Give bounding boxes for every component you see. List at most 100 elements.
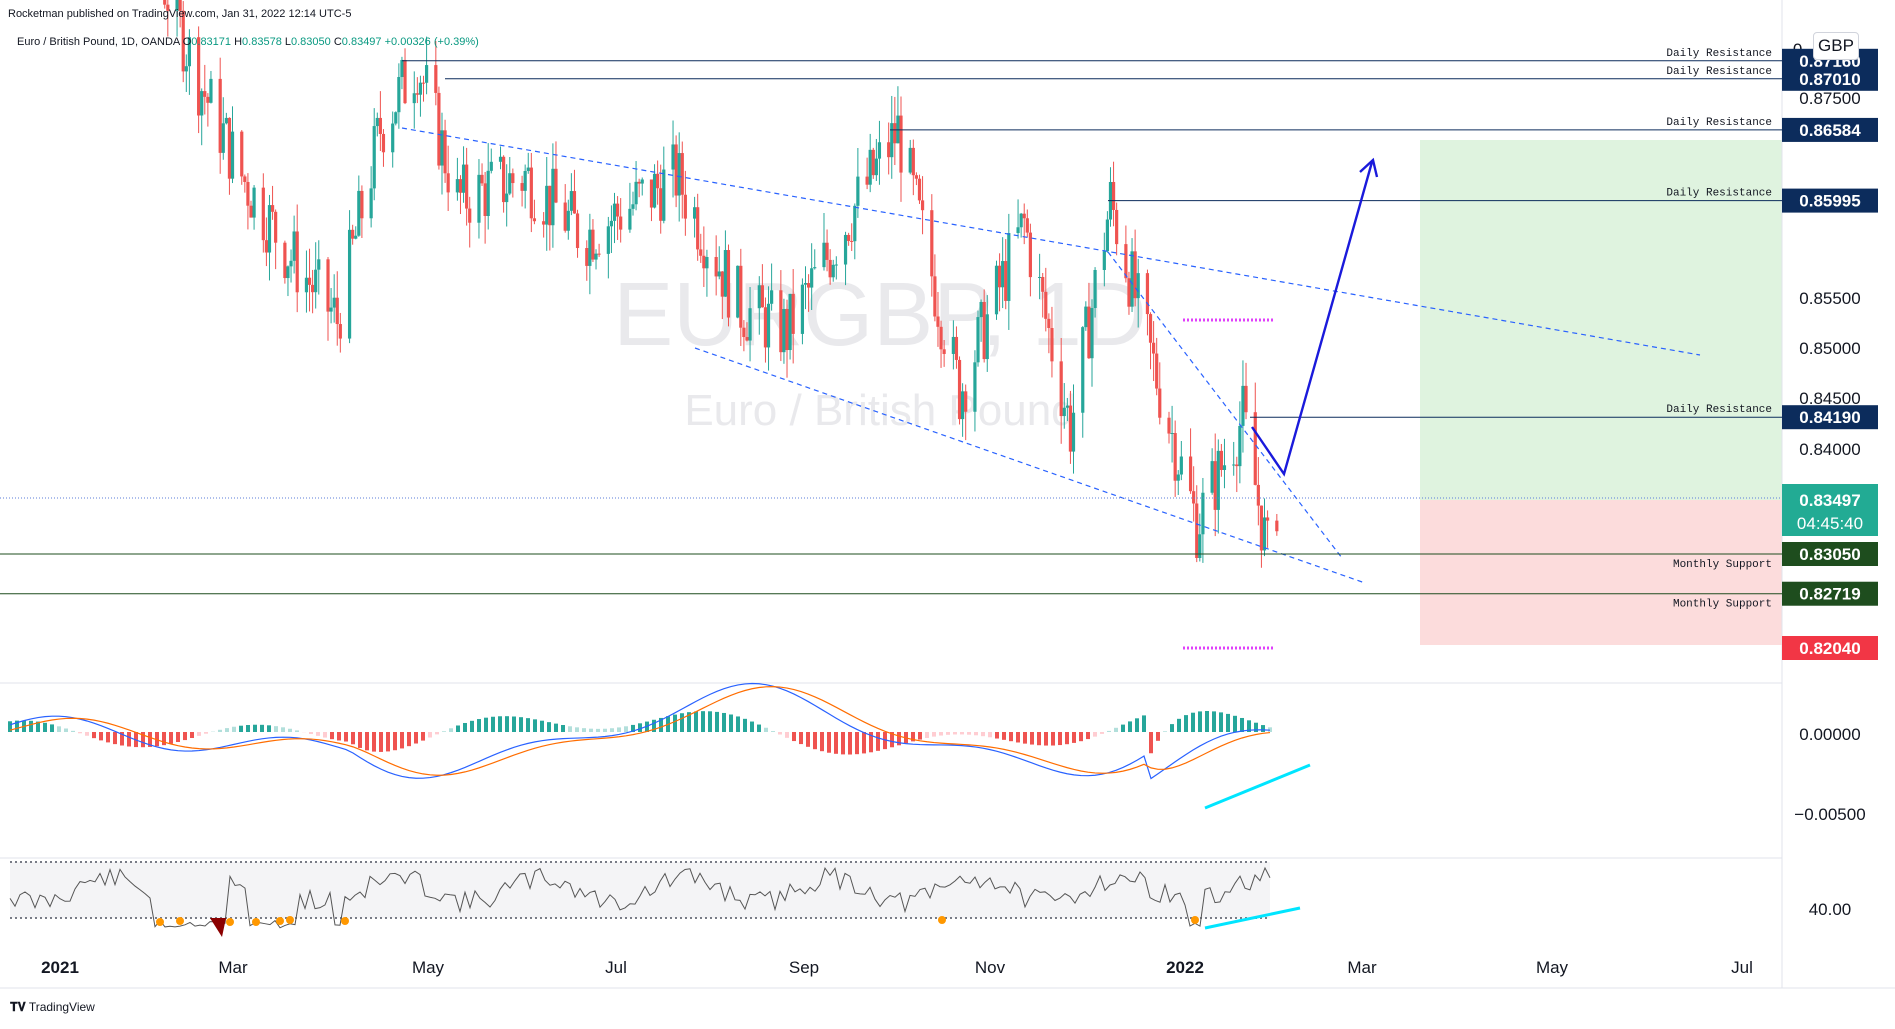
- price-tick: 0.84000: [1799, 440, 1860, 459]
- macd-histogram-bar: [792, 732, 796, 741]
- macd-histogram-bar: [1226, 714, 1230, 732]
- candle: [1244, 363, 1247, 419]
- macd-histogram-bar: [190, 732, 194, 738]
- macd-histogram-bar: [57, 726, 61, 732]
- price-tick: 0.84500: [1799, 389, 1860, 408]
- candle: [585, 240, 588, 280]
- candle: [222, 97, 225, 160]
- candle: [656, 161, 659, 205]
- currency-button[interactable]: GBP: [1813, 32, 1859, 60]
- macd-histogram-bar: [442, 731, 446, 732]
- candle: [591, 219, 594, 262]
- macd-histogram-bar: [526, 718, 530, 732]
- candle: [311, 270, 314, 313]
- candle: [286, 265, 289, 296]
- macd-histogram-bar: [925, 732, 929, 738]
- candle: [240, 130, 243, 185]
- candle: [607, 217, 610, 278]
- macd-histogram-bar: [813, 732, 817, 749]
- macd-histogram-bar: [1219, 712, 1223, 732]
- candle: [357, 175, 360, 236]
- macd-histogram-bar: [1191, 713, 1195, 732]
- macd-histogram-bar: [540, 721, 544, 732]
- time-axis[interactable]: 2021 Mar May Jul Sep Nov 2022 Mar May Ju…: [41, 958, 1753, 977]
- macd-histogram-bar: [183, 732, 187, 740]
- price-tick: 0.87500: [1799, 89, 1860, 108]
- macd-histogram-bar: [785, 732, 789, 738]
- candle: [619, 198, 622, 242]
- candle: [440, 113, 443, 195]
- candle: [520, 176, 523, 207]
- candle: [681, 142, 684, 219]
- macd-histogram-bar: [246, 725, 250, 732]
- candle: [631, 192, 634, 216]
- candle: [283, 241, 286, 284]
- macd-histogram-bar: [946, 732, 950, 735]
- macd-histogram-bar: [358, 732, 362, 748]
- candle: [419, 76, 422, 117]
- macd-histogram-bar: [806, 732, 810, 747]
- candle: [872, 148, 875, 179]
- macd-histogram-bar: [225, 728, 229, 732]
- macd-histogram-bar: [701, 711, 705, 732]
- candle: [317, 240, 320, 294]
- candle: [443, 120, 446, 183]
- macd-histogram-bar: [1261, 725, 1265, 732]
- candle: [869, 134, 872, 192]
- macd-histogram-bar: [960, 732, 964, 734]
- candle: [1115, 203, 1118, 256]
- chart-svg[interactable]: EURGBP, 1D Euro / British Pound Daily Re…: [0, 0, 1895, 1024]
- candle: [788, 294, 791, 360]
- candle: [487, 143, 490, 229]
- candle: [206, 93, 209, 126]
- level-label: Daily Resistance: [1666, 48, 1772, 60]
- time-tick: Jul: [1731, 958, 1753, 977]
- candle: [912, 140, 915, 196]
- candle: [1026, 209, 1029, 237]
- candle: [225, 113, 228, 125]
- macd-histogram-bar: [1030, 732, 1034, 745]
- macd-histogram-bar: [176, 732, 180, 742]
- macd-histogram-bar: [589, 729, 593, 732]
- candle: [394, 111, 397, 125]
- chart-stage[interactable]: EURGBP, 1D Euro / British Pound Daily Re…: [0, 0, 1895, 1024]
- candle: [422, 76, 425, 102]
- macd-histogram-bar: [456, 725, 460, 732]
- macd-histogram-bar: [106, 732, 110, 742]
- level-badge-value: 0.84190: [1799, 408, 1860, 427]
- candle: [416, 77, 419, 103]
- candle: [370, 166, 373, 227]
- symbol-legend: Euro / British Pound, 1D, OANDA O0.83171…: [17, 36, 479, 48]
- candle: [671, 120, 674, 197]
- macd-histogram-bar: [1149, 732, 1153, 753]
- candle: [336, 271, 339, 345]
- candle: [459, 175, 462, 214]
- macd-histogram-bar: [498, 716, 502, 732]
- candle: [878, 121, 881, 185]
- macd-histogram-bar: [1254, 723, 1258, 732]
- level-label: Daily Resistance: [1666, 66, 1772, 78]
- price-tick: 0.85500: [1799, 289, 1860, 308]
- macd-histogram-bar: [421, 732, 425, 741]
- macd-histogram-bar: [757, 725, 761, 732]
- macd-histogram-bar: [939, 732, 943, 736]
- macd-histogram-bar: [722, 713, 726, 732]
- time-tick: Mar: [1347, 958, 1377, 977]
- macd-histogram-bar: [855, 732, 859, 754]
- candle: [456, 158, 459, 201]
- macd-histogram-bar: [288, 729, 292, 732]
- macd-histogram-bar: [92, 732, 96, 738]
- macd-histogram-bar: [1198, 711, 1202, 732]
- macd-histogram-bar: [407, 732, 411, 746]
- time-tick-2021: 2021: [41, 958, 79, 977]
- candle: [1220, 444, 1223, 477]
- tradingview-logo-icon: 𝐓𝐕: [10, 1000, 26, 1014]
- candle: [434, 41, 437, 105]
- macd-histogram-bar: [1142, 715, 1146, 732]
- candle: [484, 172, 487, 244]
- macd-histogram-bar: [1079, 732, 1083, 741]
- macd-histogram-bar: [400, 732, 404, 748]
- candle: [598, 244, 601, 257]
- macd-histogram-bar: [771, 731, 775, 732]
- candle: [554, 141, 557, 203]
